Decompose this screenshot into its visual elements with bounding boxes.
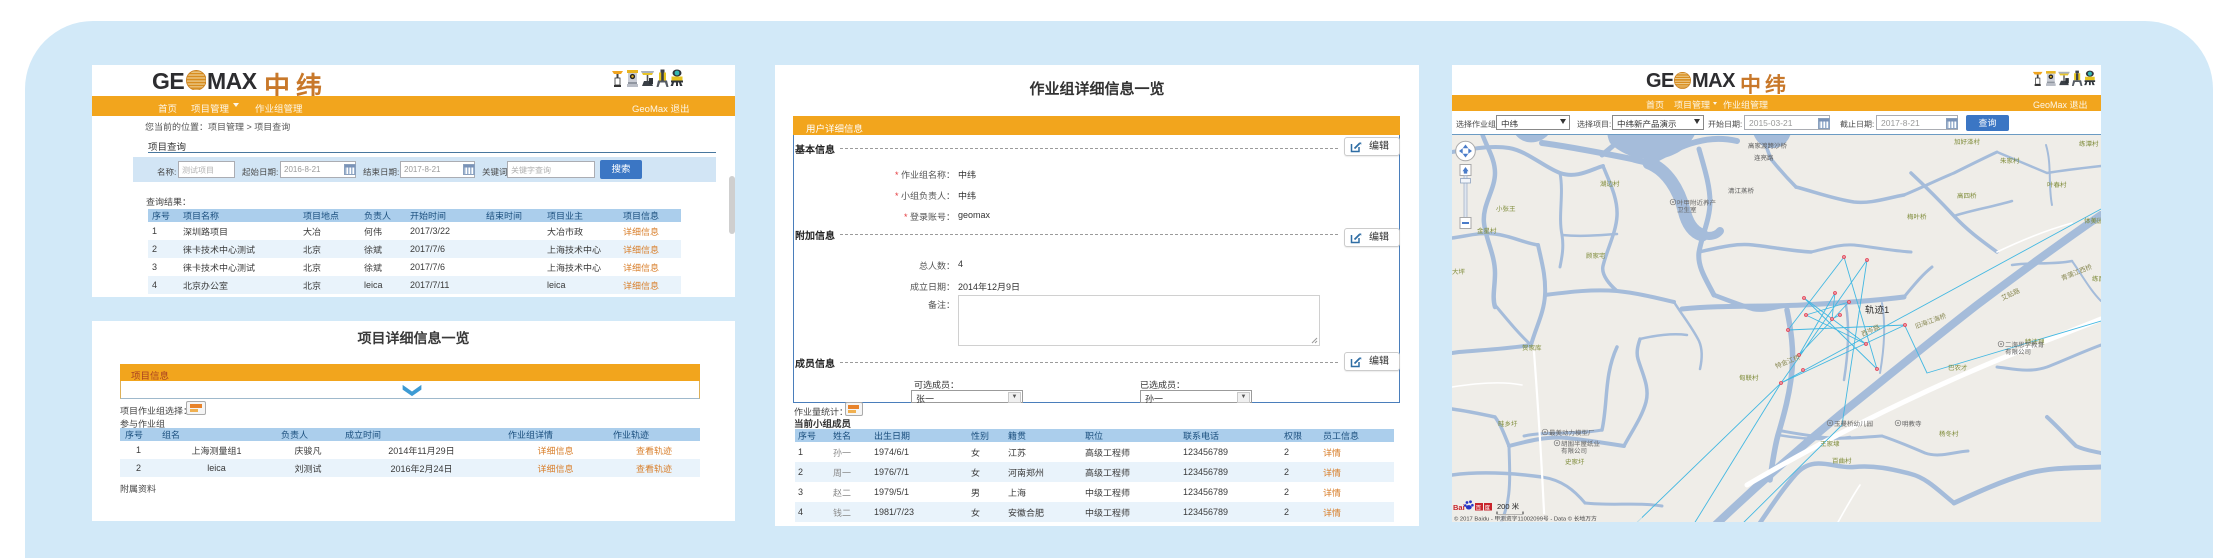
svg-text:Bai: Bai <box>1453 503 1465 512</box>
svg-text:200 米: 200 米 <box>1497 502 1520 511</box>
svg-text:甸联村: 甸联村 <box>1739 374 1759 382</box>
svg-text:梅叶桥: 梅叶桥 <box>1907 213 1927 221</box>
svg-text:叶春村: 叶春村 <box>2047 181 2067 189</box>
svg-text:练潭村: 练潭村 <box>2079 140 2099 148</box>
svg-text:体美园: 体美园 <box>2084 217 2101 225</box>
svg-text:金星村: 金星村 <box>1477 227 1497 235</box>
svg-text:朱家村: 朱家村 <box>2000 157 2020 165</box>
svg-text:畦乡圩: 畦乡圩 <box>1498 420 1518 428</box>
svg-text:加好泽村: 加好泽村 <box>1954 138 1981 146</box>
svg-text:清江蒸桥: 清江蒸桥 <box>1728 187 1755 195</box>
svg-text:高四桥: 高四桥 <box>1957 192 1977 200</box>
svg-text:百曲村: 百曲村 <box>1832 457 1852 465</box>
svg-text:顾家宅: 顾家宅 <box>1586 252 1606 260</box>
svg-text:叶甲附近养产: 叶甲附近养产 <box>1677 199 1717 207</box>
svg-text:湖边村: 湖边村 <box>1600 180 1620 188</box>
svg-text:有限公司: 有限公司 <box>1561 447 1587 455</box>
svg-text:© 2017 Baidu - 甲测资字11002099号 -: © 2017 Baidu - 甲测资字11002099号 - Data © 长地… <box>1454 516 1597 523</box>
svg-text:最美动力模型厂: 最美动力模型厂 <box>1549 429 1595 437</box>
svg-text:小张王: 小张王 <box>1496 205 1516 213</box>
svg-text:贺家库: 贺家库 <box>1522 344 1542 352</box>
svg-text:连亮路: 连亮路 <box>1754 154 1774 162</box>
svg-text:明教寺: 明教寺 <box>1902 420 1922 428</box>
svg-text:有限公司: 有限公司 <box>2005 348 2031 356</box>
svg-text:巴农才: 巴农才 <box>1948 364 1968 372</box>
svg-text:玉曼桥幼儿园: 玉曼桥幼儿园 <box>1834 420 1873 428</box>
svg-text:轨迹1: 轨迹1 <box>1865 304 1889 316</box>
svg-text:二海思学教育: 二海思学教育 <box>2005 341 2045 349</box>
svg-text:杨冬村: 杨冬村 <box>1939 430 1959 438</box>
svg-text:王家埭: 王家埭 <box>1820 440 1840 448</box>
svg-text:史家圩: 史家圩 <box>1565 458 1585 466</box>
svg-text:高家渡跨沙桥: 高家渡跨沙桥 <box>1748 142 1788 150</box>
svg-text:度: 度 <box>1485 504 1491 511</box>
svg-text:练西村: 练西村 <box>2092 275 2101 283</box>
svg-text:百: 百 <box>1476 504 1482 511</box>
svg-text:卫生室: 卫生室 <box>1677 206 1697 214</box>
svg-text:胡围半屋纸业: 胡围半屋纸业 <box>1561 440 1601 448</box>
svg-text:大坪: 大坪 <box>1452 268 1466 276</box>
